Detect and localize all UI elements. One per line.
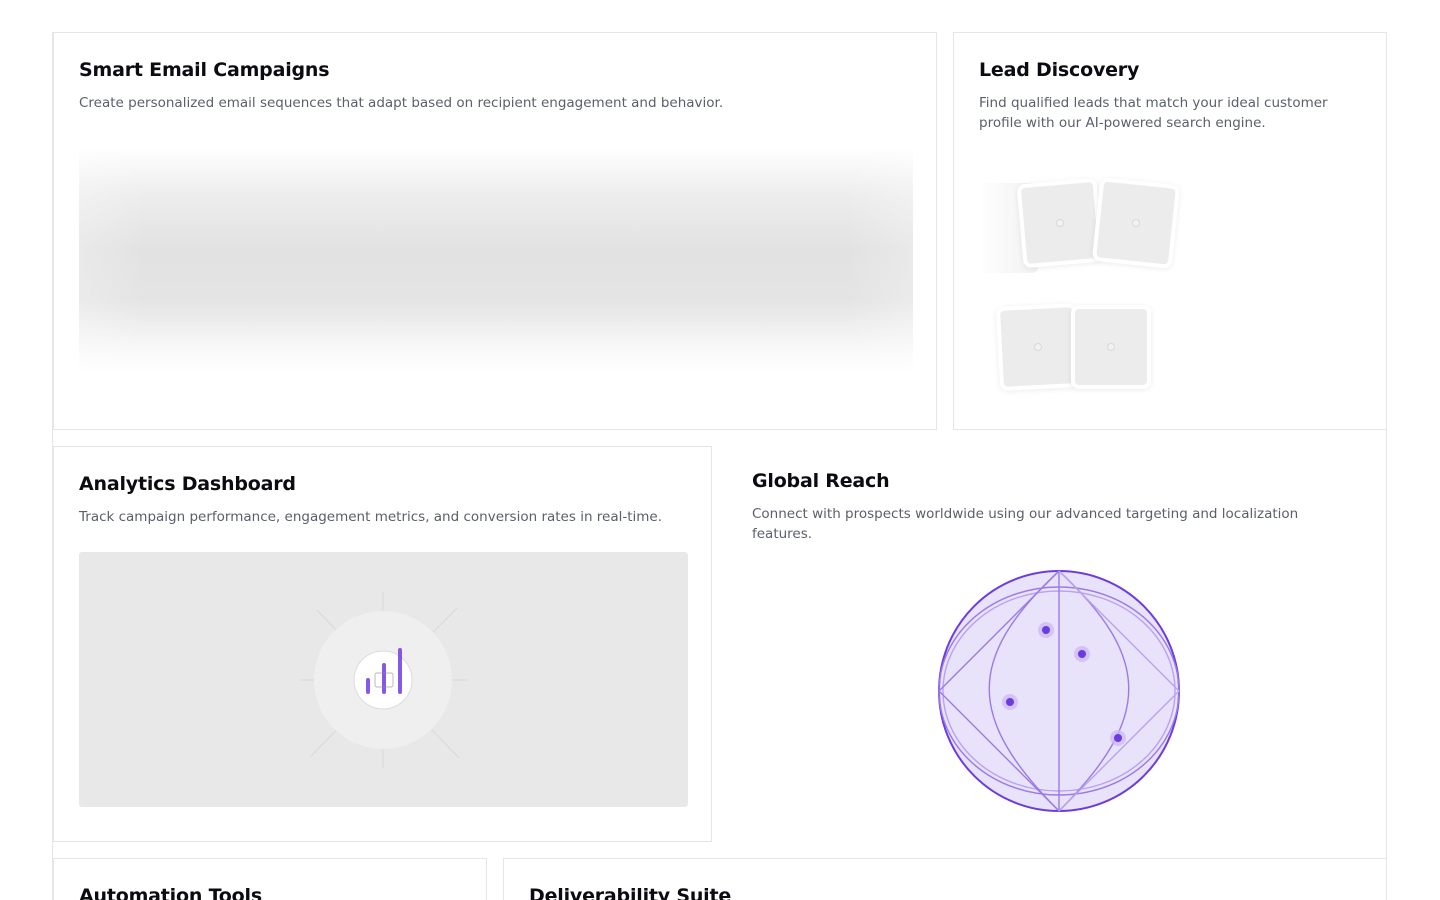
feature-card-global-reach: Global Reach Connect with prospects worl… (712, 430, 1387, 858)
feature-card-email-campaigns: Smart Email Campaigns Create personalize… (53, 32, 937, 430)
lead-profile-tile (1091, 177, 1181, 269)
feature-card-deliverability-suite: Deliverability Suite (503, 858, 1387, 900)
lead-profile-tile (1071, 305, 1151, 389)
card-title: Analytics Dashboard (79, 473, 296, 495)
location-pin-icon (1074, 646, 1090, 662)
avatar-placeholder-icon (1033, 342, 1043, 352)
feature-card-automation-tools: Automation Tools (53, 858, 487, 900)
card-title: Global Reach (752, 470, 890, 492)
avatar-placeholder-icon (1055, 218, 1065, 228)
card-title: Automation Tools (79, 885, 262, 900)
card-description: Find qualified leads that match your ide… (979, 95, 1328, 131)
card-description: Create personalized email sequences that… (79, 95, 724, 111)
analytics-radial-graphic (299, 592, 467, 768)
card-description: Track campaign performance, engagement m… (79, 509, 663, 525)
feature-card-analytics-dashboard: Analytics Dashboard Track campaign perfo… (53, 446, 712, 842)
location-pin-icon (1038, 622, 1054, 638)
avatar-placeholder-icon (1107, 343, 1115, 351)
card-title: Smart Email Campaigns (79, 59, 330, 81)
card-description: Connect with prospects worldwide using o… (752, 506, 1299, 542)
globe-icon (938, 570, 1180, 812)
lead-profile-tile (995, 302, 1081, 392)
lead-profile-tile (1016, 177, 1104, 269)
analytics-illustration (79, 552, 688, 807)
feature-card-lead-discovery: Lead Discovery Find qualified leads that… (953, 32, 1387, 430)
email-sequence-illustration (79, 147, 913, 373)
card-title: Lead Discovery (979, 59, 1140, 81)
location-pin-icon (1002, 694, 1018, 710)
card-title: Deliverability Suite (529, 885, 732, 900)
location-pin-icon (1110, 730, 1126, 746)
avatar-placeholder-icon (1131, 218, 1141, 228)
